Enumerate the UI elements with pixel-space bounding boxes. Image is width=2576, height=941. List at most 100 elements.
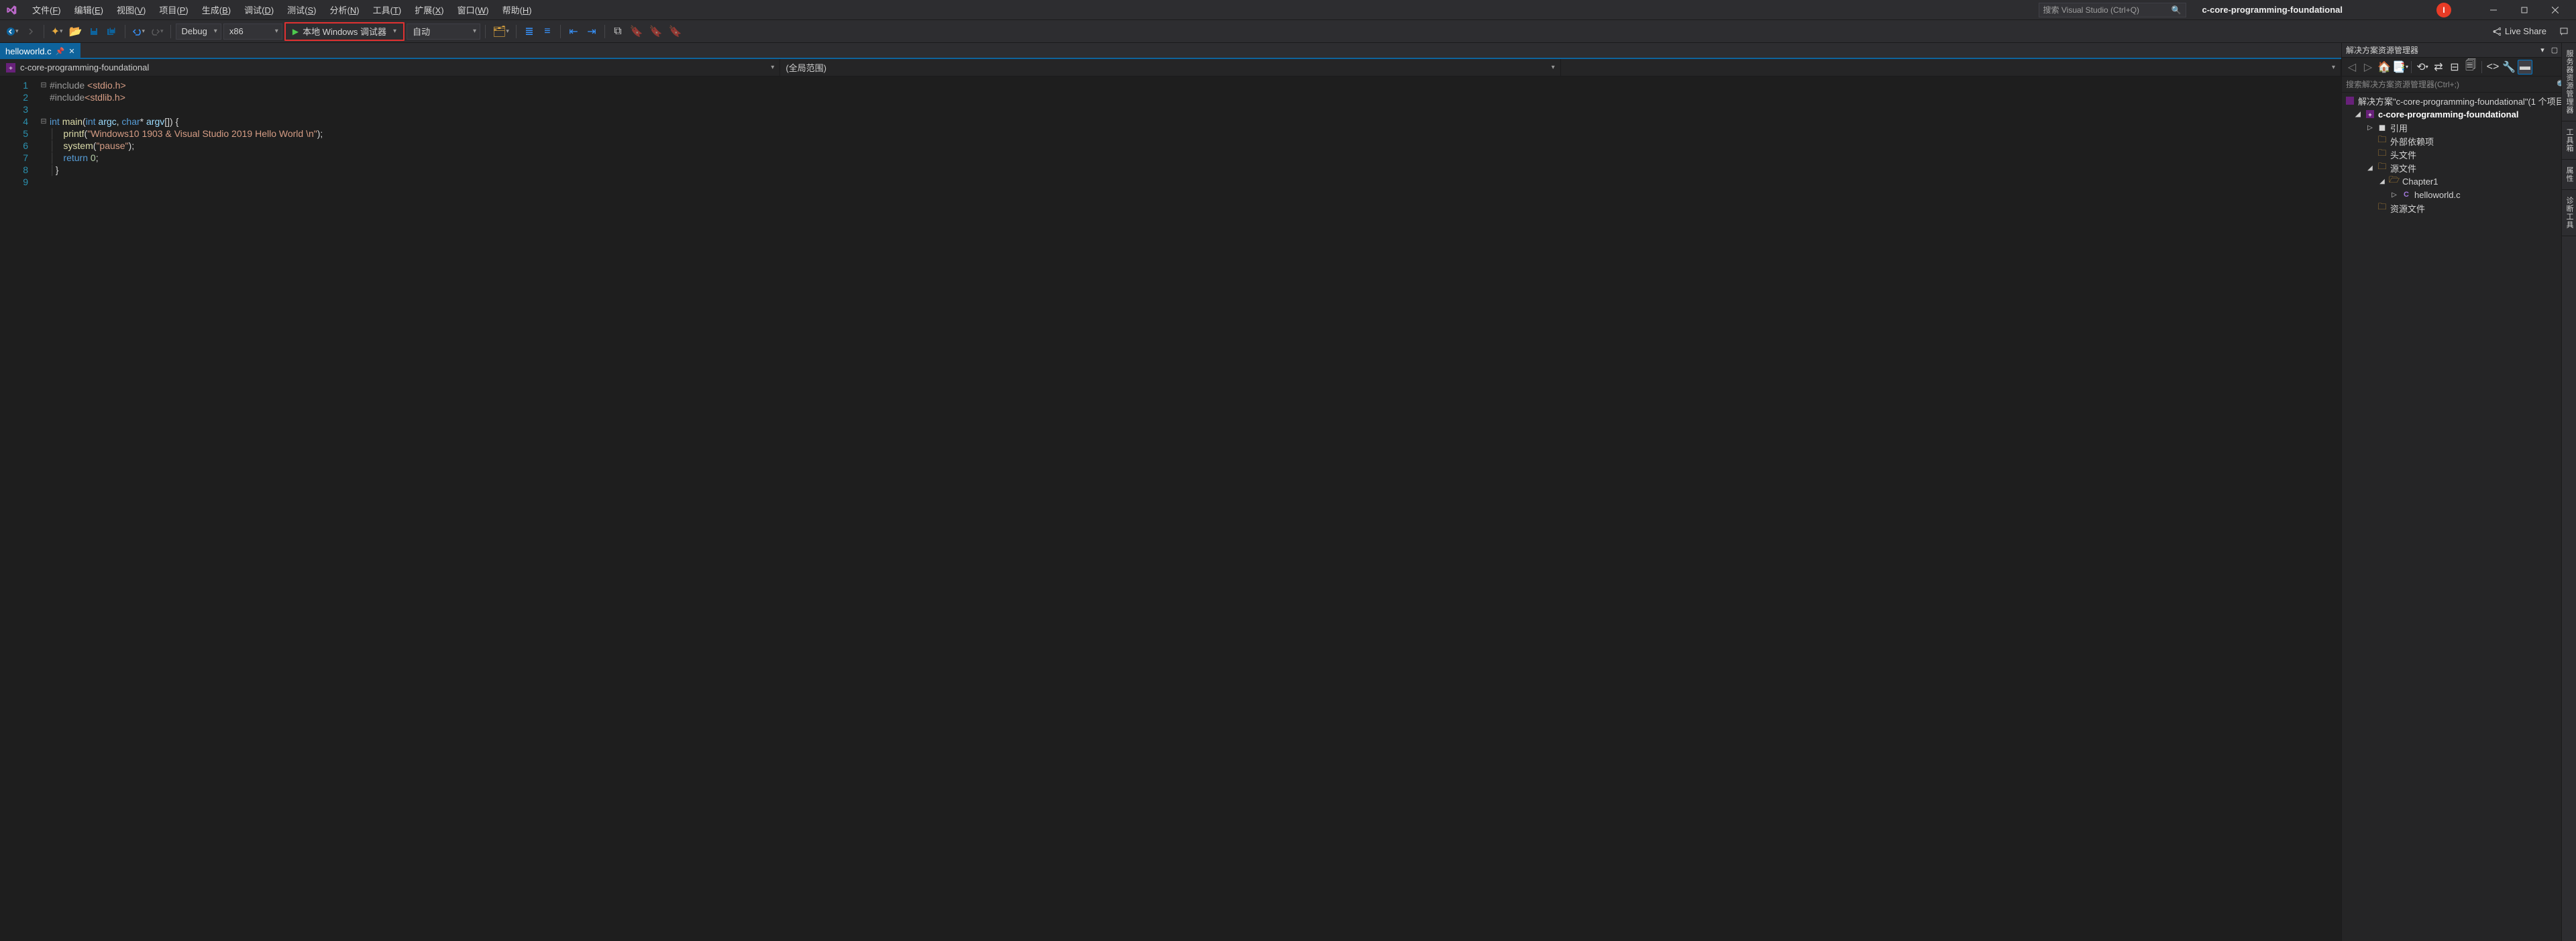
folder-icon: 🗀 xyxy=(2377,160,2387,175)
live-share-button[interactable]: Live Share xyxy=(2486,26,2552,36)
side-tab[interactable]: 服务器资源管理器 xyxy=(2562,43,2576,121)
line-gutter: 123456789 xyxy=(0,77,38,941)
solution-icon xyxy=(2345,96,2355,105)
menu-item[interactable]: 编辑(E) xyxy=(68,1,110,19)
menu-item[interactable]: 生成(B) xyxy=(195,1,237,19)
code-lines[interactable]: #include <stdio.h>#include<stdlib.h>int … xyxy=(50,77,2341,941)
menu-item[interactable]: 测试(S) xyxy=(280,1,323,19)
stack2-button[interactable]: ≡ xyxy=(539,23,555,40)
bm2-button[interactable]: 🔖 xyxy=(647,23,665,40)
se-switch-button[interactable]: ⇄ xyxy=(2431,60,2446,75)
project-icon: + xyxy=(2365,109,2375,119)
platform-combo[interactable]: x86 xyxy=(223,23,282,40)
se-properties-button[interactable]: 🔧 xyxy=(2502,60,2516,75)
panel-pin-button[interactable]: ▢ xyxy=(2549,45,2560,56)
global-search-input[interactable]: 搜索 Visual Studio (Ctrl+Q) 🔍 xyxy=(2039,3,2186,17)
menu-item[interactable]: 工具(T) xyxy=(366,1,409,19)
toolbox-button[interactable]: 🗂▾ xyxy=(490,23,511,40)
panel-dropdown-button[interactable]: ▾ xyxy=(2537,45,2548,56)
chapter-node[interactable]: ◢ 🗁 Chapter1 xyxy=(2342,175,2576,188)
menu-item[interactable]: 调试(D) xyxy=(237,1,280,19)
indent-button[interactable]: ⇥ xyxy=(584,23,600,40)
redo-button[interactable]: ▾ xyxy=(149,23,166,40)
new-item-button[interactable]: ✦▾ xyxy=(49,23,65,40)
scope-member-combo[interactable] xyxy=(1561,59,2341,76)
bm3-button[interactable]: 🔖 xyxy=(667,23,684,40)
outdent-button[interactable]: ⇤ xyxy=(566,23,582,40)
solution-search-input[interactable]: 搜索解决方案资源管理器(Ctrl+;) 🔍 ▾ xyxy=(2342,77,2576,93)
solution-toolbar: ◁ ▷ 🏠 📑▾ ⟲▾ ⇄ ⊟ 🗐 <> 🔧 ▬ xyxy=(2342,58,2576,77)
se-showall-button[interactable]: 🗐 xyxy=(2463,60,2478,75)
svg-text:+: + xyxy=(2368,111,2371,118)
side-tab[interactable]: 工具箱 xyxy=(2562,121,2576,160)
main-area: helloworld.c 📌 ✕ + c-core-programming-fo… xyxy=(0,43,2576,941)
folder-icon: 🗀 xyxy=(2377,134,2387,148)
bookmark-button[interactable]: ⧉ xyxy=(610,23,626,40)
title-bar: 文件(F)编辑(E)视图(V)项目(P)生成(B)调试(D)测试(S)分析(N)… xyxy=(0,0,2576,20)
save-button[interactable] xyxy=(86,23,102,40)
auto-combo[interactable]: 自动 xyxy=(407,23,480,40)
menu-item[interactable]: 窗口(W) xyxy=(451,1,496,19)
se-sync-button[interactable]: 📑▾ xyxy=(2393,60,2408,75)
se-home-button[interactable]: 🏠 xyxy=(2377,60,2392,75)
close-icon[interactable]: ✕ xyxy=(68,47,74,56)
c-file-icon: C xyxy=(2401,191,2412,199)
solution-explorer: 解决方案资源管理器 ▾ ▢ ✕ ◁ ▷ 🏠 📑▾ ⟲▾ ⇄ ⊟ 🗐 <> 🔧 ▬… xyxy=(2341,43,2576,941)
se-code-button[interactable]: <> xyxy=(2485,60,2500,75)
vs-logo-icon xyxy=(5,3,19,17)
config-combo[interactable]: Debug xyxy=(176,23,221,40)
menu-item[interactable]: 文件(F) xyxy=(25,1,68,19)
menu-item[interactable]: 分析(N) xyxy=(323,1,366,19)
menu-item[interactable]: 帮助(H) xyxy=(496,1,539,19)
nav-fwd-button[interactable] xyxy=(23,23,39,40)
solution-root-node[interactable]: 解决方案"c-core-programming-foundational"(1 … xyxy=(2342,94,2576,107)
menu-item[interactable]: 扩展(X) xyxy=(408,1,450,19)
headers-node[interactable]: 🗀 头文件 xyxy=(2342,148,2576,161)
se-refresh-button[interactable]: ⟲▾ xyxy=(2415,60,2430,75)
menu-item[interactable]: 视图(V) xyxy=(110,1,152,19)
pin-icon[interactable]: 📌 xyxy=(56,47,65,56)
stack-button[interactable]: ≣ xyxy=(521,23,537,40)
feedback-button[interactable] xyxy=(2556,23,2572,40)
external-deps-node[interactable]: 🗀 外部依赖项 xyxy=(2342,134,2576,148)
side-tab[interactable]: 诊断工具 xyxy=(2562,190,2576,236)
menu-item[interactable]: 项目(P) xyxy=(152,1,195,19)
search-icon: 🔍 xyxy=(2171,5,2182,15)
maximize-button[interactable] xyxy=(2509,0,2540,20)
code-editor[interactable]: 123456789 ⊟⊟ #include <stdio.h>#include<… xyxy=(0,77,2341,941)
references-icon: ◼ xyxy=(2377,122,2387,133)
solution-title-label: c-core-programming-foundational xyxy=(2202,5,2343,15)
folder-icon: 🗀 xyxy=(2377,201,2387,215)
sources-node[interactable]: ◢ 🗀 源文件 xyxy=(2342,161,2576,175)
user-avatar[interactable]: I xyxy=(2436,3,2451,17)
se-fwd-button[interactable]: ▷ xyxy=(2361,60,2375,75)
solution-tree[interactable]: 解决方案"c-core-programming-foundational"(1 … xyxy=(2342,93,2576,941)
open-button[interactable]: 📂 xyxy=(67,23,85,40)
share-icon xyxy=(2491,27,2501,36)
file-node[interactable]: ▷ C helloworld.c xyxy=(2342,188,2576,201)
scope-global-combo[interactable]: (全局范围) xyxy=(780,59,1560,76)
se-preview-button[interactable]: ▬ xyxy=(2518,60,2532,75)
nav-bar: + c-core-programming-foundational (全局范围) xyxy=(0,59,2341,77)
main-menu: 文件(F)编辑(E)视图(V)项目(P)生成(B)调试(D)测试(S)分析(N)… xyxy=(25,1,539,19)
project-node[interactable]: ◢ + c-core-programming-foundational xyxy=(2342,107,2576,121)
bm1-button[interactable]: 🔖 xyxy=(628,23,645,40)
fold-column[interactable]: ⊟⊟ xyxy=(38,77,50,941)
document-tabs: helloworld.c 📌 ✕ xyxy=(0,43,2341,59)
nav-back-button[interactable]: ▾ xyxy=(4,23,21,40)
main-toolbar: ▾ ✦▾ 📂 ▾ ▾ Debug x86 ▶ 本地 Windows 调试器 自动… xyxy=(0,20,2576,43)
se-back-button[interactable]: ◁ xyxy=(2345,60,2359,75)
references-node[interactable]: ▷ ◼ 引用 xyxy=(2342,121,2576,134)
close-button[interactable] xyxy=(2540,0,2571,20)
panel-header: 解决方案资源管理器 ▾ ▢ ✕ xyxy=(2342,43,2576,58)
start-debug-button[interactable]: ▶ 本地 Windows 调试器 xyxy=(284,22,405,41)
file-tab[interactable]: helloworld.c 📌 ✕ xyxy=(0,43,80,59)
se-collapse-button[interactable]: ⊟ xyxy=(2447,60,2462,75)
save-all-button[interactable] xyxy=(104,23,120,40)
undo-button[interactable]: ▾ xyxy=(130,23,147,40)
scope-project-combo[interactable]: + c-core-programming-foundational xyxy=(0,59,780,76)
resources-node[interactable]: 🗀 资源文件 xyxy=(2342,201,2576,215)
minimize-button[interactable] xyxy=(2478,0,2509,20)
side-tab[interactable]: 属性 xyxy=(2562,160,2576,190)
side-tab-strip: 服务器资源管理器工具箱属性诊断工具 xyxy=(2561,43,2576,941)
